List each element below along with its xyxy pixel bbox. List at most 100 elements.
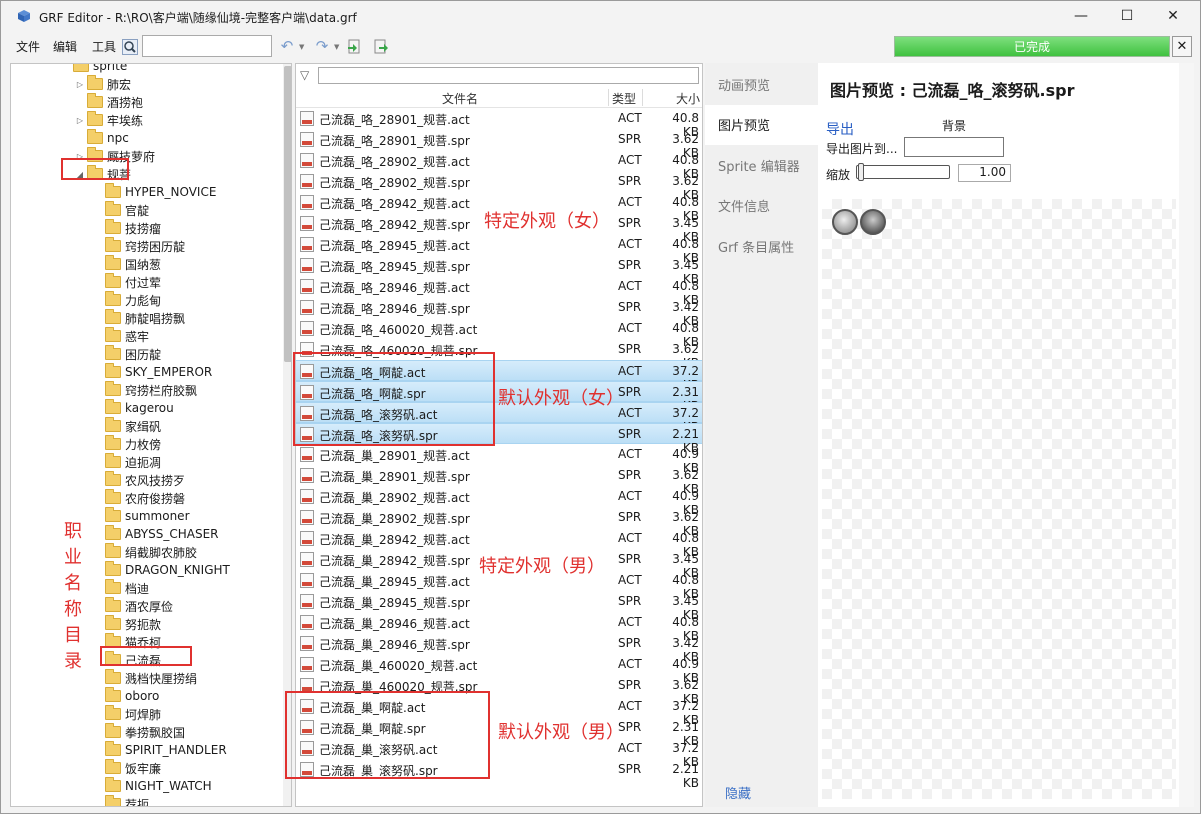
file-row[interactable]: 己流磊_巢_28902_规菩.spr SPR 3.62 KB bbox=[296, 507, 702, 538]
tree-node[interactable]: 农风技捞歹 bbox=[91, 471, 185, 489]
tree-node-label: 肺靛唱捞飘 bbox=[125, 311, 186, 326]
file-row[interactable]: 己流磊_咯_28946_规菩.spr SPR 3.42 KB bbox=[296, 297, 702, 328]
tree-node[interactable]: 付过荤 bbox=[91, 273, 161, 291]
extract-icon[interactable] bbox=[347, 39, 362, 54]
expand-arrow-icon[interactable]: ▷ bbox=[73, 116, 87, 125]
file-row[interactable]: 己流磊_咯_28902_规菩.spr SPR 3.62 KB bbox=[296, 171, 702, 202]
file-row[interactable]: 己流磊_咯_28945_规菩.act ACT 40.8 KB bbox=[296, 234, 702, 265]
background-label[interactable]: 背景 bbox=[942, 117, 966, 134]
tree-node[interactable]: 国纳葱 bbox=[91, 255, 161, 273]
hide-link[interactable]: 隐藏 bbox=[725, 783, 751, 802]
spr-file-icon bbox=[300, 552, 314, 567]
file-row[interactable]: 己流磊_咯_28901_规菩.spr SPR 3.62 KB bbox=[296, 129, 702, 160]
tree-node[interactable]: 农府俊捞磐 bbox=[91, 489, 185, 507]
tree-node[interactable]: DRAGON_KNIGHT bbox=[91, 561, 230, 579]
search-input[interactable] bbox=[142, 35, 272, 57]
column-divider[interactable] bbox=[608, 89, 609, 106]
tree-node[interactable]: 力枚傍 bbox=[91, 435, 161, 453]
tree-scrollbar-thumb[interactable] bbox=[284, 66, 291, 362]
undo-dropdown-icon[interactable]: ▼ bbox=[299, 43, 304, 51]
tab-item[interactable]: 图片预览 bbox=[705, 104, 818, 145]
file-row[interactable]: 己流磊_巢_28946_规菩.spr SPR 3.42 KB bbox=[296, 633, 702, 664]
undo-icon[interactable]: ↶ bbox=[277, 36, 297, 56]
expand-arrow-icon[interactable]: ▷ bbox=[73, 80, 87, 89]
file-row[interactable]: 己流磊_巢_28902_规菩.act ACT 40.9 KB bbox=[296, 486, 702, 517]
tree-node[interactable]: ▷ 肺宏 bbox=[73, 75, 131, 93]
zoom-slider-handle[interactable] bbox=[858, 163, 864, 181]
tab-item[interactable]: 动画预览 bbox=[705, 64, 818, 104]
tree-node[interactable]: 迫扼凋 bbox=[91, 453, 161, 471]
file-row[interactable]: 己流磊_巢_28942_规菩.act ACT 40.8 KB bbox=[296, 528, 702, 559]
tree-node[interactable]: 酒农厚俭 bbox=[91, 597, 173, 615]
menu-file[interactable]: 文件 bbox=[16, 38, 40, 55]
tree-node[interactable]: 酒捞袍 bbox=[73, 93, 143, 111]
file-row[interactable]: 己流磊_巢_28901_规菩.spr SPR 3.62 KB bbox=[296, 465, 702, 496]
tree-node-label: 农风技捞歹 bbox=[125, 473, 186, 488]
file-row[interactable]: 己流磊_巢_28901_规菩.act ACT 40.9 KB bbox=[296, 444, 702, 475]
tree-node[interactable]: sprite bbox=[59, 64, 127, 75]
tree-node-label: summoner bbox=[125, 509, 190, 523]
tree-node[interactable]: ABYSS_CHASER bbox=[91, 525, 219, 543]
tree-node[interactable]: 力彪甸 bbox=[91, 291, 161, 309]
column-type-header[interactable]: 类型 bbox=[612, 90, 636, 107]
tree-node[interactable]: SKY_EMPEROR bbox=[91, 363, 212, 381]
tree-node[interactable]: 家缉矾 bbox=[91, 417, 161, 435]
file-row[interactable]: 己流磊_巢_460020_规菩.act ACT 40.9 KB bbox=[296, 654, 702, 685]
minimize-button[interactable]: — bbox=[1058, 1, 1104, 31]
zoom-slider[interactable] bbox=[856, 165, 950, 179]
zoom-value-field[interactable]: 1.00 bbox=[958, 164, 1011, 182]
tab-item[interactable]: Grf 条目属性 bbox=[705, 226, 818, 266]
tree-node[interactable]: 窍捞困历靛 bbox=[91, 237, 185, 255]
tree-node[interactable]: oboro bbox=[91, 687, 159, 705]
menu-edit[interactable]: 编辑 bbox=[53, 38, 77, 55]
maximize-button[interactable]: ☐ bbox=[1104, 1, 1150, 31]
export-link[interactable]: 导出 bbox=[826, 119, 854, 139]
progress-close-button[interactable]: ✕ bbox=[1172, 36, 1192, 57]
export-icon[interactable] bbox=[373, 39, 388, 54]
tree-node[interactable]: 肺靛唱捞飘 bbox=[91, 309, 185, 327]
redo-dropdown-icon[interactable]: ▼ bbox=[334, 43, 339, 51]
tree-node[interactable]: summoner bbox=[91, 507, 190, 525]
column-size-header[interactable]: 大小 bbox=[676, 90, 700, 107]
close-button[interactable]: ✕ bbox=[1150, 1, 1196, 31]
tree-node[interactable]: kagerou bbox=[91, 399, 174, 417]
tree-node[interactable]: npc bbox=[73, 129, 129, 147]
folder-icon bbox=[105, 777, 121, 792]
file-row[interactable]: 己流磊_巢_28945_规菩.spr SPR 3.45 KB bbox=[296, 591, 702, 622]
tree-node[interactable]: 档迪 bbox=[91, 579, 149, 597]
file-row[interactable]: 己流磊_咯_28946_规菩.act ACT 40.8 KB bbox=[296, 276, 702, 307]
filter-input[interactable] bbox=[318, 67, 699, 84]
tree-node[interactable]: 坷焊肺 bbox=[91, 705, 161, 723]
file-row[interactable]: 己流磊_咯_28902_规菩.act ACT 40.8 KB bbox=[296, 150, 702, 181]
tree-node[interactable]: NIGHT_WATCH bbox=[91, 777, 212, 795]
tree-node[interactable]: 绢截脚农肺胶 bbox=[91, 543, 197, 561]
tree-node[interactable]: 溅档快厘捞绢 bbox=[91, 669, 197, 687]
tree-node[interactable]: ▷ 牢埃练 bbox=[73, 111, 143, 129]
file-name: 己流磊_咯_28945_规菩.spr bbox=[319, 260, 470, 274]
menu-tools[interactable]: 工具 bbox=[92, 38, 116, 55]
file-type: SPR bbox=[618, 510, 642, 524]
column-divider[interactable] bbox=[642, 89, 643, 106]
column-name-header[interactable]: 文件名 bbox=[442, 90, 478, 107]
tab-item[interactable]: 文件信息 bbox=[705, 186, 818, 226]
tree-node[interactable]: 困历靛 bbox=[91, 345, 161, 363]
tree-node[interactable]: 官靛 bbox=[91, 201, 149, 219]
file-row[interactable]: 己流磊_咯_460020_规菩.act ACT 40.8 KB bbox=[296, 318, 702, 349]
tree-node[interactable]: 惑牢 bbox=[91, 327, 149, 345]
tab-item[interactable]: Sprite 编辑器 bbox=[705, 145, 818, 185]
tree-node[interactable]: HYPER_NOVICE bbox=[91, 183, 216, 201]
file-row[interactable]: 己流磊_巢_28946_规菩.act ACT 40.8 KB bbox=[296, 612, 702, 643]
file-row[interactable]: 己流磊_咯_28901_规菩.act ACT 40.8 KB bbox=[296, 108, 702, 139]
tree-node[interactable]: 窍捞栏府胶飘 bbox=[91, 381, 197, 399]
export-path-field[interactable] bbox=[904, 137, 1004, 157]
tree-node[interactable]: 技捞瘤 bbox=[91, 219, 161, 237]
file-row[interactable]: 己流磊_咯_28945_规菩.spr SPR 3.45 KB bbox=[296, 255, 702, 286]
tree-node[interactable]: 饭牢廉 bbox=[91, 759, 161, 777]
tree-node[interactable]: 努扼款 bbox=[91, 615, 161, 633]
preview-scrollbar[interactable] bbox=[1179, 63, 1194, 807]
tree-node[interactable]: 拳捞飘胶国 bbox=[91, 723, 185, 741]
tree-node[interactable]: SPIRIT_HANDLER bbox=[91, 741, 227, 759]
tree-node[interactable]: 荐扼 bbox=[91, 795, 149, 806]
folder-icon bbox=[105, 219, 121, 234]
redo-icon[interactable]: ↷ bbox=[312, 36, 332, 56]
